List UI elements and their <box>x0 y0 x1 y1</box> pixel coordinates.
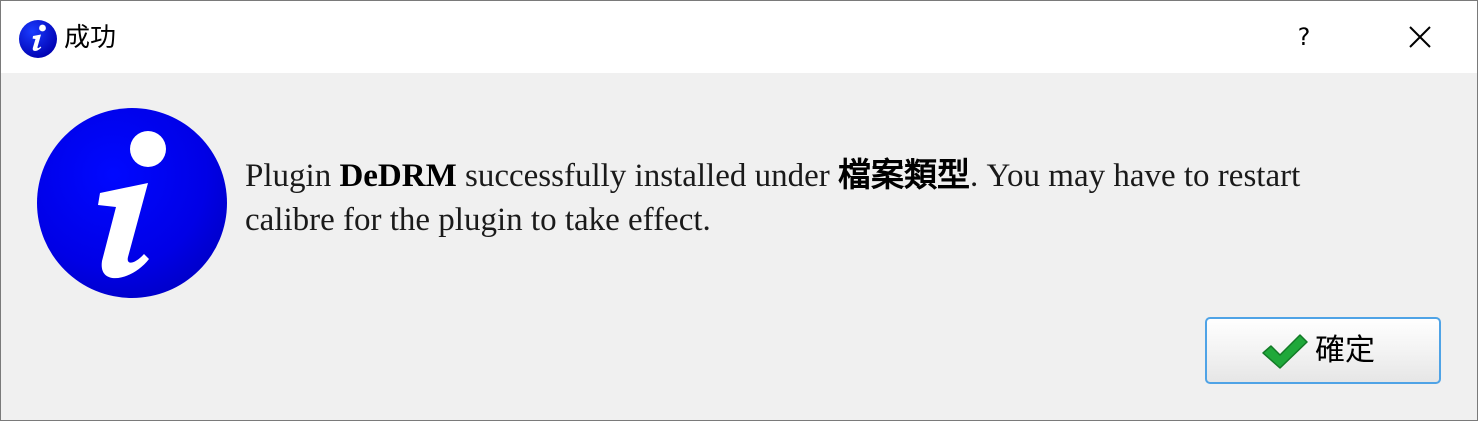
close-icon <box>1409 26 1431 48</box>
title-bar: 成功 ? <box>1 1 1477 73</box>
window-title: 成功 <box>64 23 117 53</box>
plugin-name: DeDRM <box>339 158 457 194</box>
message-text: Plugin DeDRM successfully installed unde… <box>245 154 1395 242</box>
ok-button-label: 確定 <box>1315 333 1375 368</box>
help-button[interactable]: ? <box>1274 1 1334 73</box>
info-icon <box>37 108 227 298</box>
checkmark-icon <box>1262 334 1308 369</box>
ok-button[interactable]: 確定 <box>1205 317 1441 384</box>
dialog-window: 成功 ? Plugin DeDRM successfully installed… <box>0 0 1478 421</box>
message-part-1: Plugin <box>245 158 340 194</box>
message-part-2: successfully installed under <box>456 158 838 194</box>
help-icon: ? <box>1297 23 1311 51</box>
plugin-category: 檔案類型 <box>838 158 970 194</box>
info-icon <box>19 20 57 58</box>
close-button[interactable] <box>1390 1 1450 73</box>
